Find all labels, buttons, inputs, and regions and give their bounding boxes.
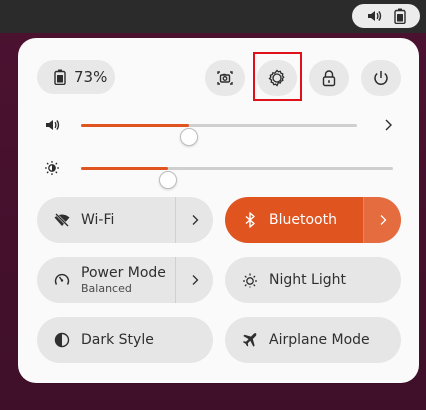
volume-slider-row [18, 111, 419, 146]
dark-style-toggle[interactable]: Dark Style [37, 317, 213, 363]
volume-slider[interactable] [81, 124, 357, 146]
power-icon [372, 69, 390, 87]
night-light-icon [241, 271, 259, 289]
power-mode-menu-button[interactable] [175, 257, 213, 303]
battery-status[interactable]: 73% [37, 60, 115, 94]
settings-button[interactable] [257, 60, 297, 96]
airplane-mode-toggle-main[interactable]: Airplane Mode [225, 317, 401, 363]
chevron-right-icon [380, 117, 396, 133]
power-button[interactable] [361, 60, 401, 96]
dark-style-icon [53, 331, 71, 349]
wifi-label: Wi-Fi [81, 211, 115, 228]
battery-icon [54, 69, 66, 85]
settings-icon [268, 69, 286, 87]
brightness-slider-row [18, 154, 419, 189]
chevron-right-icon [376, 213, 390, 227]
brightness-slider-fill [81, 167, 168, 170]
bluetooth-menu-button[interactable] [363, 197, 401, 243]
volume-slider-fill [81, 124, 189, 127]
battery-percent: 73% [74, 68, 108, 86]
night-light-toggle-main[interactable]: Night Light [225, 257, 401, 303]
volume-icon [366, 8, 382, 24]
top-bar [0, 0, 426, 33]
dark-style-toggle-main[interactable]: Dark Style [37, 317, 213, 363]
power-mode-icon [53, 271, 71, 289]
wifi-toggle[interactable]: Wi-Fi [37, 197, 213, 243]
power-mode-toggle-main[interactable]: Power Mode Balanced [37, 257, 175, 303]
power-mode-value: Balanced [81, 282, 132, 295]
airplane-mode-label: Airplane Mode [269, 331, 370, 348]
dark-style-label: Dark Style [81, 331, 154, 348]
volume-slider-thumb[interactable] [180, 128, 198, 146]
bluetooth-toggle-main[interactable]: Bluetooth [225, 197, 363, 243]
chevron-right-icon [188, 213, 202, 227]
chevron-right-icon [188, 273, 202, 287]
airplane-mode-toggle[interactable]: Airplane Mode [225, 317, 401, 363]
power-mode-label: Power Mode [81, 265, 166, 281]
power-mode-toggle[interactable]: Power Mode Balanced [37, 257, 213, 303]
brightness-slider-thumb[interactable] [159, 171, 177, 189]
bluetooth-toggle[interactable]: Bluetooth [225, 197, 401, 243]
system-tray-button[interactable] [352, 4, 420, 28]
brightness-slider[interactable] [81, 167, 393, 189]
screenshot-button[interactable] [205, 60, 245, 96]
airplane-icon [241, 331, 259, 349]
bluetooth-label: Bluetooth [269, 211, 337, 228]
screenshot-icon [216, 69, 234, 87]
volume-icon [44, 117, 60, 133]
lock-button[interactable] [309, 60, 349, 96]
brightness-icon [44, 160, 60, 176]
wifi-toggle-main[interactable]: Wi-Fi [37, 197, 175, 243]
wifi-menu-button[interactable] [175, 197, 213, 243]
battery-icon [394, 8, 406, 24]
night-light-label: Night Light [269, 271, 346, 288]
lock-icon [321, 69, 337, 87]
wifi-off-icon [53, 211, 71, 229]
night-light-toggle[interactable]: Night Light [225, 257, 401, 303]
quick-settings-panel: 73% Wi-Fi Bluetooth Power Mode Balanced … [18, 38, 419, 383]
output-devices-arrow[interactable] [380, 117, 396, 133]
bluetooth-icon [241, 211, 259, 229]
